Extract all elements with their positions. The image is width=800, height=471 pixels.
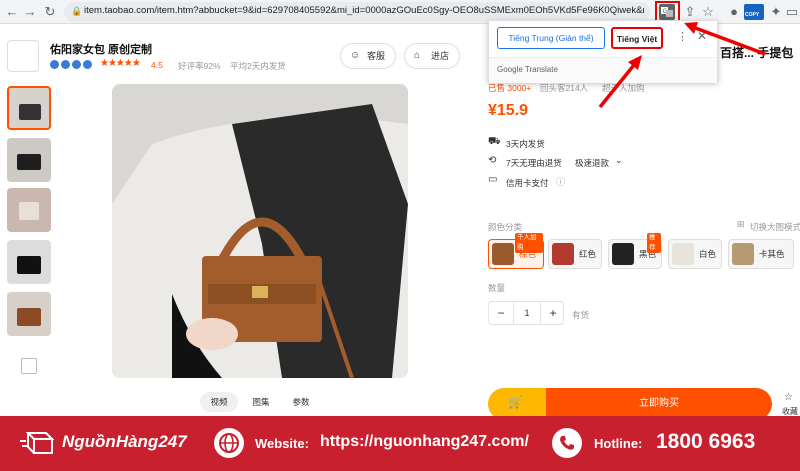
- color-option-label: 红色: [579, 249, 597, 259]
- return-policy: 7天无理由退货: [506, 158, 562, 168]
- copy-extension-icon[interactable]: COPY: [744, 4, 764, 20]
- arrow-to-translate-icon: [689, 24, 766, 56]
- hot-tag: 千人加购: [515, 233, 543, 253]
- shop-badges: [50, 60, 94, 70]
- thumbnail-5[interactable]: [7, 292, 51, 336]
- profile-icon[interactable]: ●: [726, 4, 742, 20]
- stock-status: 有货: [572, 310, 590, 320]
- globe-icon: [214, 428, 244, 458]
- lock-icon: 🔒: [71, 6, 83, 16]
- badge-icon: [83, 60, 92, 69]
- hotline-number[interactable]: 1800 6963: [656, 430, 755, 454]
- repeat-buyers: 回头客214人: [540, 83, 589, 93]
- shop-logo[interactable]: [7, 40, 39, 72]
- thumbnail-1[interactable]: [7, 86, 51, 130]
- grid-icon[interactable]: ⊞: [737, 219, 745, 230]
- enter-shop-button[interactable]: ⌂ 进店: [404, 43, 460, 69]
- enter-shop-label: 进店: [431, 51, 450, 61]
- bookmark-star-icon[interactable]: ☆: [700, 4, 716, 20]
- lang-source-button[interactable]: Tiếng Trung (Giản thể): [497, 27, 605, 49]
- thumbnail-4[interactable]: [7, 240, 51, 284]
- website-url[interactable]: https://nguonhang247.com/: [320, 433, 529, 451]
- share-icon[interactable]: ⇪: [682, 4, 698, 20]
- shop-icon: ⌂: [414, 50, 421, 61]
- good-review-rate: 好评率92%: [178, 61, 221, 71]
- color-option-black[interactable]: 黑色 推荐: [608, 233, 662, 269]
- main-product-image[interactable]: [112, 84, 408, 378]
- shop-rating: 4.5: [151, 60, 163, 70]
- hotline-label: Hotline:: [594, 436, 643, 451]
- customer-service-label: 客服: [367, 51, 386, 61]
- address-bar[interactable]: 🔒 item.taobao.com/item.htm?abbucket=9&id…: [64, 2, 650, 22]
- truck-icon: ⛟: [488, 136, 501, 147]
- customer-service-button[interactable]: ☺ 客服: [340, 43, 396, 69]
- chevron-down-icon[interactable]: ⌄: [615, 155, 623, 166]
- plus-button[interactable]: +: [541, 302, 565, 324]
- color-option-white[interactable]: 白色: [668, 239, 722, 269]
- badge-icon: [50, 60, 59, 69]
- quantity-input[interactable]: 1: [513, 302, 541, 324]
- rating-stars-icon: ★★★★★: [100, 58, 141, 69]
- side-panel-icon[interactable]: ▭: [784, 4, 800, 20]
- color-option-brown[interactable]: 棕色 千人加购: [488, 233, 544, 269]
- tab-video[interactable]: 视频: [200, 392, 238, 412]
- badge-icon: [72, 60, 81, 69]
- swatch-black: [612, 243, 634, 265]
- favorite-icon[interactable]: ☆: [784, 392, 793, 403]
- tab-params[interactable]: 参数: [282, 392, 320, 412]
- arrow-to-target-lang: [598, 58, 640, 109]
- url-text[interactable]: item.taobao.com/item.htm?abbucket=9&id=6…: [84, 5, 644, 16]
- sold-count: 已售 3000+: [488, 83, 532, 93]
- shop-name-chevron-icon[interactable]: ›: [148, 40, 152, 52]
- thumbnail-3[interactable]: [7, 188, 51, 232]
- tab-gallery[interactable]: 图集: [242, 392, 280, 412]
- price: ¥15.9: [488, 102, 529, 119]
- avg-ship-time: 平均2天内发货: [230, 61, 286, 71]
- card-icon: ▭: [488, 174, 498, 185]
- forward-icon[interactable]: →: [22, 4, 38, 20]
- return-icon: ⟲: [488, 155, 497, 166]
- brand-name: NguồnHàng247: [62, 432, 187, 451]
- chat-icon: ☺: [350, 50, 361, 61]
- color-label: 颜色分类: [488, 222, 523, 232]
- annotation-arrows: [598, 22, 766, 109]
- translate-footer-label: Google Translate: [497, 65, 558, 74]
- color-option-red[interactable]: 红色: [548, 239, 602, 269]
- quantity-label: 数量: [488, 283, 506, 293]
- minus-button[interactable]: −: [489, 302, 513, 324]
- recommend-tag: 推荐: [647, 233, 661, 253]
- color-option-khaki[interactable]: 卡其色: [728, 239, 794, 269]
- box-logo-icon: [20, 427, 56, 457]
- thumbnail-6[interactable]: [7, 344, 51, 388]
- quantity-stepper: − 1 +: [488, 301, 564, 325]
- swatch-white: [672, 243, 694, 265]
- ship-promise: 3天内发货: [506, 139, 545, 149]
- extensions-puzzle-icon[interactable]: ✦: [768, 4, 784, 20]
- cart-icon: 🛒: [508, 395, 523, 409]
- swatch-khaki: [732, 243, 754, 265]
- info-icon[interactable]: ⓘ: [556, 175, 565, 188]
- swatch-red: [552, 243, 574, 265]
- reload-icon[interactable]: ↻: [42, 4, 58, 20]
- color-option-label: 白色: [699, 249, 717, 259]
- color-option-label: 卡其色: [759, 249, 785, 259]
- arrow-head-translate-icon: [684, 22, 698, 34]
- website-label: Website:: [255, 436, 309, 451]
- fast-refund[interactable]: 极速退款: [575, 157, 609, 169]
- back-icon[interactable]: ←: [4, 4, 20, 20]
- shop-name[interactable]: 佑阳家女包 原创定制: [50, 41, 152, 57]
- badge-icon: [61, 60, 70, 69]
- switch-view-mode[interactable]: 切换大图模式: [750, 221, 800, 233]
- copy-badge-label: COPY: [745, 12, 760, 18]
- thumbnail-2[interactable]: [7, 138, 51, 182]
- credit-card-pay: 信用卡支付: [506, 178, 549, 188]
- phone-icon: [552, 428, 582, 458]
- lang-source-label: Tiếng Trung (Giản thể): [508, 33, 594, 43]
- swatch-brown: [492, 243, 514, 265]
- buy-now-label: 立即购买: [639, 398, 679, 409]
